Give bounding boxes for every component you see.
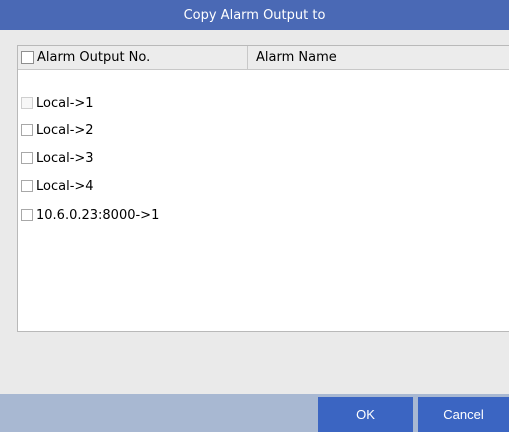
cancel-button[interactable]: Cancel: [418, 397, 509, 432]
alarm-output-list: Alarm Output No. Alarm Name Local->1 Loc…: [17, 45, 509, 332]
list-row-local-1: Local->1: [18, 91, 248, 115]
header-alarm-output-no-label: Alarm Output No.: [37, 50, 151, 65]
row-checkbox-local-1[interactable]: [21, 97, 33, 109]
ok-button[interactable]: OK: [318, 397, 413, 432]
row-label: Local->2: [36, 122, 94, 138]
row-label: 10.6.0.23:8000->1: [36, 207, 160, 223]
list-row-local-4: Local->4: [18, 174, 248, 198]
header-alarm-name-label: Alarm Name: [256, 50, 337, 65]
list-header: Alarm Output No. Alarm Name: [18, 46, 509, 70]
list-row-ip-1: 10.6.0.23:8000->1: [18, 203, 248, 227]
row-checkbox-local-2[interactable]: [21, 124, 33, 136]
dialog-body: Alarm Output No. Alarm Name Local->1 Loc…: [0, 30, 509, 394]
header-col-alarm-name: Alarm Name: [248, 46, 337, 69]
row-label: Local->3: [36, 150, 94, 166]
list-row-local-3: Local->3: [18, 146, 248, 170]
row-checkbox-local-3[interactable]: [21, 152, 33, 164]
select-all-checkbox[interactable]: [21, 51, 34, 64]
dialog-footer: OK Cancel: [0, 394, 509, 432]
copy-alarm-output-dialog: Copy Alarm Output to Alarm Output No. Al…: [0, 0, 509, 432]
row-label: Local->4: [36, 178, 94, 194]
row-label: Local->1: [36, 95, 94, 111]
header-col-alarm-output-no: Alarm Output No.: [18, 46, 248, 69]
row-checkbox-local-4[interactable]: [21, 180, 33, 192]
row-checkbox-ip-1[interactable]: [21, 209, 33, 221]
dialog-title: Copy Alarm Output to: [0, 0, 509, 30]
list-row-local-2: Local->2: [18, 118, 248, 142]
